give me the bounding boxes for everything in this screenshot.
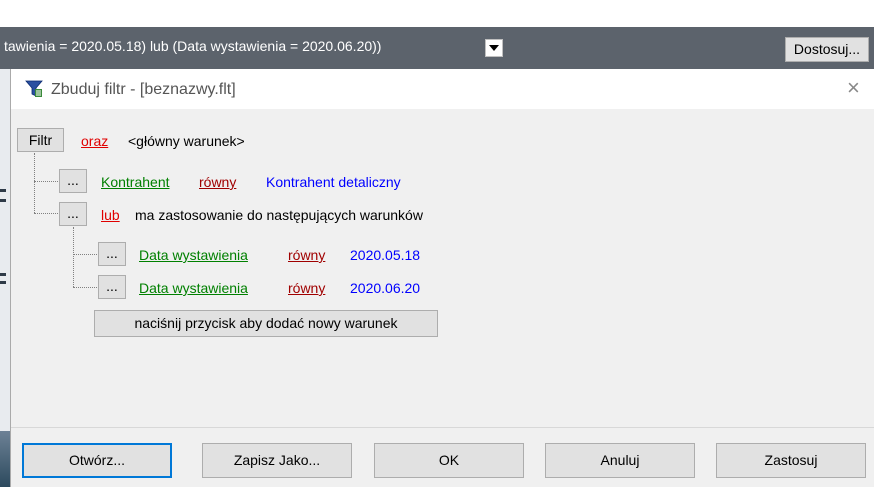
strip-mark [0, 199, 6, 202]
open-button-label: Otwórz... [68, 452, 125, 468]
condition-value[interactable]: 2020.06.20 [350, 280, 420, 296]
tree-connector [73, 254, 97, 255]
apply-button[interactable]: Zastosuj [716, 443, 866, 478]
chevron-down-icon[interactable] [485, 39, 503, 57]
tree-connector [73, 227, 74, 287]
strip-mark [0, 273, 6, 276]
ok-button[interactable]: OK [374, 443, 524, 478]
filter-app-icon [25, 80, 43, 98]
tree-connector [34, 213, 58, 214]
group-operator-link[interactable]: lub [101, 207, 120, 223]
filter-expression-text: tawienia = 2020.05.18) lub (Data wystawi… [4, 38, 382, 54]
customize-button[interactable]: Dostosuj... [785, 37, 869, 62]
group-label: ma zastosowanie do następujących warunkó… [135, 207, 423, 223]
add-condition-button[interactable]: naciśnij przycisk aby dodać nowy warunek [94, 310, 438, 337]
strip-mark [0, 189, 6, 192]
condition-field-link[interactable]: Data wystawienia [139, 247, 248, 263]
condition-value[interactable]: Kontrahent detaliczny [266, 174, 401, 190]
save-as-button-label: Zapisz Jako... [233, 452, 321, 468]
apply-button-label: Zastosuj [764, 452, 818, 468]
background-window-strip [0, 69, 10, 487]
dialog-titlebar: Zbuduj filtr - [beznazwy.flt] × [11, 69, 874, 109]
ok-button-label: OK [438, 452, 460, 468]
condition-options-button[interactable]: ... [59, 169, 87, 193]
save-as-button[interactable]: Zapisz Jako... [202, 443, 352, 478]
condition-operator-link[interactable]: równy [288, 247, 325, 263]
cancel-button[interactable]: Anuluj [545, 443, 695, 478]
filter-expression-bar: tawienia = 2020.05.18) lub (Data wystawi… [0, 27, 874, 69]
tree-connector [34, 181, 58, 182]
filter-root-button[interactable]: Filtr [17, 128, 64, 152]
strip-mark [0, 281, 6, 284]
condition-options-button[interactable]: ... [98, 275, 126, 299]
tree-connector [34, 153, 35, 213]
condition-field-link[interactable]: Kontrahent [101, 174, 170, 190]
dialog-title: Zbuduj filtr - [beznazwy.flt] [51, 81, 236, 98]
close-icon[interactable]: × [847, 77, 860, 99]
condition-operator-link[interactable]: równy [199, 174, 236, 190]
condition-value[interactable]: 2020.05.18 [350, 247, 420, 263]
divider [11, 427, 874, 428]
build-filter-dialog: Zbuduj filtr - [beznazwy.flt] × Filtr or… [10, 69, 874, 487]
root-operator-link[interactable]: oraz [81, 133, 108, 149]
cancel-button-label: Anuluj [600, 452, 640, 468]
root-label: <główny warunek> [128, 133, 245, 149]
open-button[interactable]: Otwórz... [22, 443, 172, 478]
group-options-button[interactable]: ... [59, 202, 87, 226]
strip-image [0, 431, 10, 487]
condition-options-button[interactable]: ... [98, 242, 126, 266]
condition-field-link[interactable]: Data wystawienia [139, 280, 248, 296]
tree-connector [73, 287, 97, 288]
condition-operator-link[interactable]: równy [288, 280, 325, 296]
filter-tree-area: Filtr oraz <główny warunek> ... Kontrahe… [11, 109, 874, 487]
